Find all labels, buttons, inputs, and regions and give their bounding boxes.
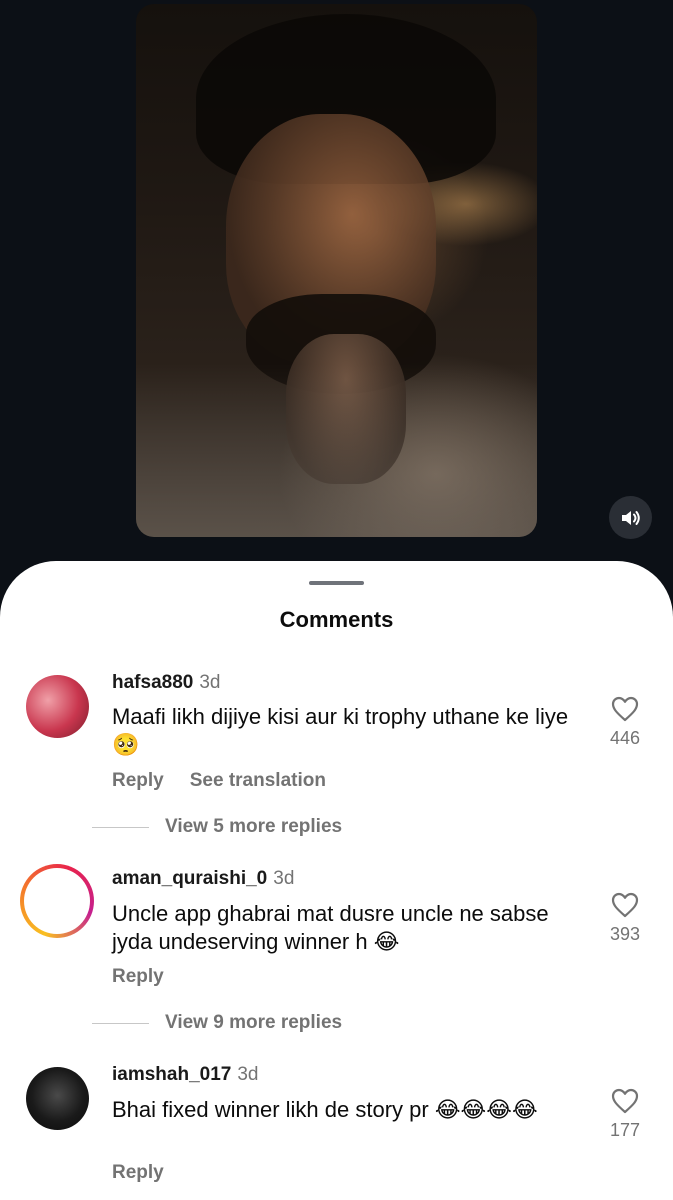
- comment-time: 3d: [273, 868, 295, 889]
- comment-body: Uncle app ghabrai mat dusre uncle ne sab…: [112, 901, 549, 954]
- laughing-tears-emoji: 😂😂😂😂: [434, 1098, 538, 1123]
- heart-outline-icon[interactable]: [611, 696, 639, 722]
- photo-shirt: [136, 364, 537, 537]
- view-replies[interactable]: View 9 more replies: [92, 1012, 342, 1034]
- like-control: 446: [600, 696, 650, 749]
- sound-toggle-button[interactable]: [609, 496, 652, 539]
- view-replies-label[interactable]: View 5 more replies: [165, 816, 342, 838]
- username-text[interactable]: aman_quraishi_0: [112, 868, 267, 889]
- laughing-tears-emoji: 😂: [373, 930, 400, 955]
- username-text[interactable]: iamshah_017: [112, 1064, 231, 1085]
- sheet-grabber[interactable]: [309, 581, 364, 585]
- avatar[interactable]: [26, 1067, 89, 1130]
- like-count: 393: [609, 924, 641, 944]
- sheet-title: Comments: [279, 607, 394, 632]
- like-control: 177: [600, 1088, 650, 1141]
- heart-outline-icon[interactable]: [611, 892, 639, 918]
- comment-username[interactable]: hafsa880 3d: [112, 672, 220, 694]
- comment-time: 3d: [199, 672, 221, 693]
- media-area: [0, 0, 673, 600]
- replies-divider: [92, 826, 149, 828]
- view-replies-label[interactable]: View 9 more replies: [165, 1012, 342, 1034]
- comment-text: Bhai fixed winner likh de story pr 😂😂😂😂: [112, 1096, 582, 1124]
- pleading-face-emoji: 🥺: [112, 733, 140, 758]
- comment-time: 3d: [237, 1064, 259, 1085]
- replies-divider: [92, 1022, 149, 1024]
- comment-body: Bhai fixed winner likh de story pr: [112, 1097, 429, 1122]
- comment-actions: Reply See translation: [112, 770, 326, 792]
- comment-actions: Reply: [112, 966, 164, 988]
- avatar: [24, 868, 90, 934]
- like-count: 177: [609, 1120, 641, 1140]
- comment-username[interactable]: aman_quraishi_0 3d: [112, 868, 294, 890]
- comment-text: Maafi likh dijiye kisi aur ki trophy uth…: [112, 703, 582, 759]
- like-count: 446: [609, 728, 641, 748]
- like-control: 393: [600, 892, 650, 945]
- speaker-icon: [621, 510, 640, 525]
- comment-body: Maafi likh dijiye kisi aur ki trophy uth…: [112, 704, 569, 729]
- comment-actions: Reply: [112, 1162, 164, 1184]
- view-replies[interactable]: View 5 more replies: [92, 816, 342, 838]
- comments-sheet: Comments hafsa880 3d Maafi likh dijiye ki…: [0, 561, 673, 1200]
- reply-button[interactable]: Reply: [112, 1162, 164, 1183]
- reply-button[interactable]: Reply: [112, 966, 164, 987]
- avatar[interactable]: [26, 675, 89, 738]
- comment-text: Uncle app ghabrai mat dusre uncle ne sab…: [112, 900, 582, 956]
- comment-username[interactable]: iamshah_017 3d: [112, 1064, 259, 1086]
- heart-outline-icon[interactable]: [611, 1088, 639, 1114]
- avatar-story-ring[interactable]: [20, 864, 94, 938]
- reply-button[interactable]: Reply: [112, 770, 164, 791]
- see-translation-button[interactable]: See translation: [190, 770, 326, 791]
- username-text[interactable]: hafsa880: [112, 672, 193, 693]
- post-photo[interactable]: [136, 4, 537, 537]
